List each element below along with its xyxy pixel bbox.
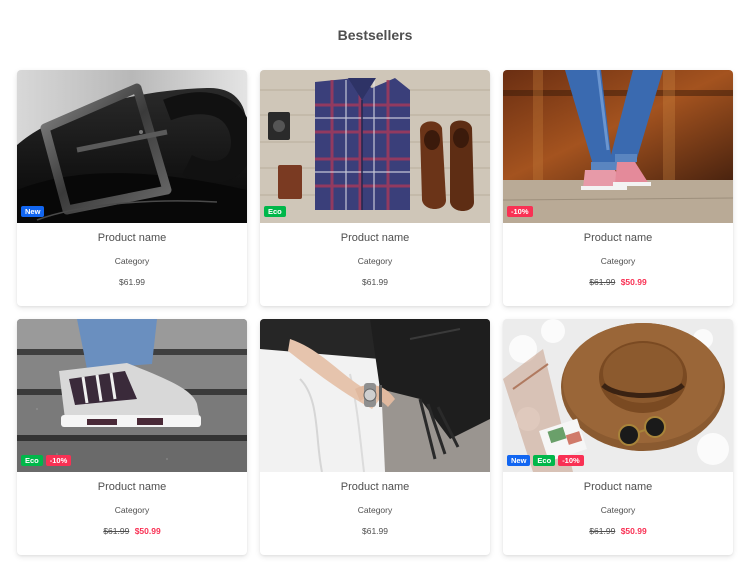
product-category: Category xyxy=(357,505,393,515)
new-badge: New xyxy=(507,455,531,466)
product-image-belt[interactable] xyxy=(17,70,247,223)
section-title: Bestsellers xyxy=(337,27,413,43)
product-name[interactable]: Product name xyxy=(17,481,247,493)
old-price: $61.99 xyxy=(103,526,130,536)
product-name[interactable]: Product name xyxy=(260,481,490,493)
sale-price: $50.99 xyxy=(620,277,647,287)
product-price: $61.99 xyxy=(17,277,247,287)
discount-badge: -10% xyxy=(558,455,584,466)
badge-group: Eco xyxy=(264,206,286,217)
discount-badge: -10% xyxy=(507,206,533,217)
product-category: Category xyxy=(114,505,150,515)
price-value: $61.99 xyxy=(362,526,388,536)
product-name[interactable]: Product name xyxy=(17,232,247,244)
product-image-watch-jacket[interactable] xyxy=(260,319,490,472)
product-card[interactable]: Eco Product name Category $61.99 xyxy=(260,70,490,306)
product-image-hat-sunglasses[interactable] xyxy=(503,319,733,472)
product-category: Category xyxy=(600,256,636,266)
price-value: $61.99 xyxy=(362,277,388,287)
product-card[interactable]: -10% Product name Category $61.99 $50.99 xyxy=(503,70,733,306)
product-category: Category xyxy=(114,256,150,266)
product-name[interactable]: Product name xyxy=(503,232,733,244)
sale-price: $50.99 xyxy=(620,526,647,536)
old-price: $61.99 xyxy=(589,526,616,536)
discount-badge: -10% xyxy=(45,455,72,466)
price-value: $61.99 xyxy=(119,277,145,287)
eco-badge: Eco xyxy=(533,455,556,466)
product-image-sneakers-stairs[interactable] xyxy=(17,319,247,472)
old-price: $61.99 xyxy=(589,277,616,287)
product-price: $61.99 xyxy=(260,277,490,287)
product-card[interactable]: New Product name Category $61.99 xyxy=(17,70,247,306)
product-category: Category xyxy=(357,256,393,266)
eco-badge: Eco xyxy=(264,206,286,217)
product-name[interactable]: Product name xyxy=(260,232,490,244)
badge-group: -10% xyxy=(507,206,533,217)
product-name[interactable]: Product name xyxy=(503,481,733,493)
badge-group: New xyxy=(21,206,45,217)
product-price: $61.99 $50.99 xyxy=(503,277,733,287)
product-card[interactable]: Product name Category $61.99 xyxy=(260,319,490,555)
sale-price: $50.99 xyxy=(134,526,161,536)
product-category: Category xyxy=(600,505,636,515)
new-badge: New xyxy=(21,206,45,217)
product-price: $61.99 $50.99 xyxy=(503,526,733,536)
eco-badge: Eco xyxy=(21,455,43,466)
product-card[interactable]: Eco -10% Product name Category $61.99 $5… xyxy=(17,319,247,555)
product-price: $61.99 xyxy=(260,526,490,536)
product-card[interactable]: New Eco -10% Product name Category $61.9… xyxy=(503,319,733,555)
product-image-shirt-flatlay[interactable] xyxy=(260,70,490,223)
badge-group: Eco -10% xyxy=(21,455,72,466)
product-price: $61.99 $50.99 xyxy=(17,526,247,536)
product-image-jeans-sneakers[interactable] xyxy=(503,70,733,223)
badge-group: New Eco -10% xyxy=(507,455,584,466)
